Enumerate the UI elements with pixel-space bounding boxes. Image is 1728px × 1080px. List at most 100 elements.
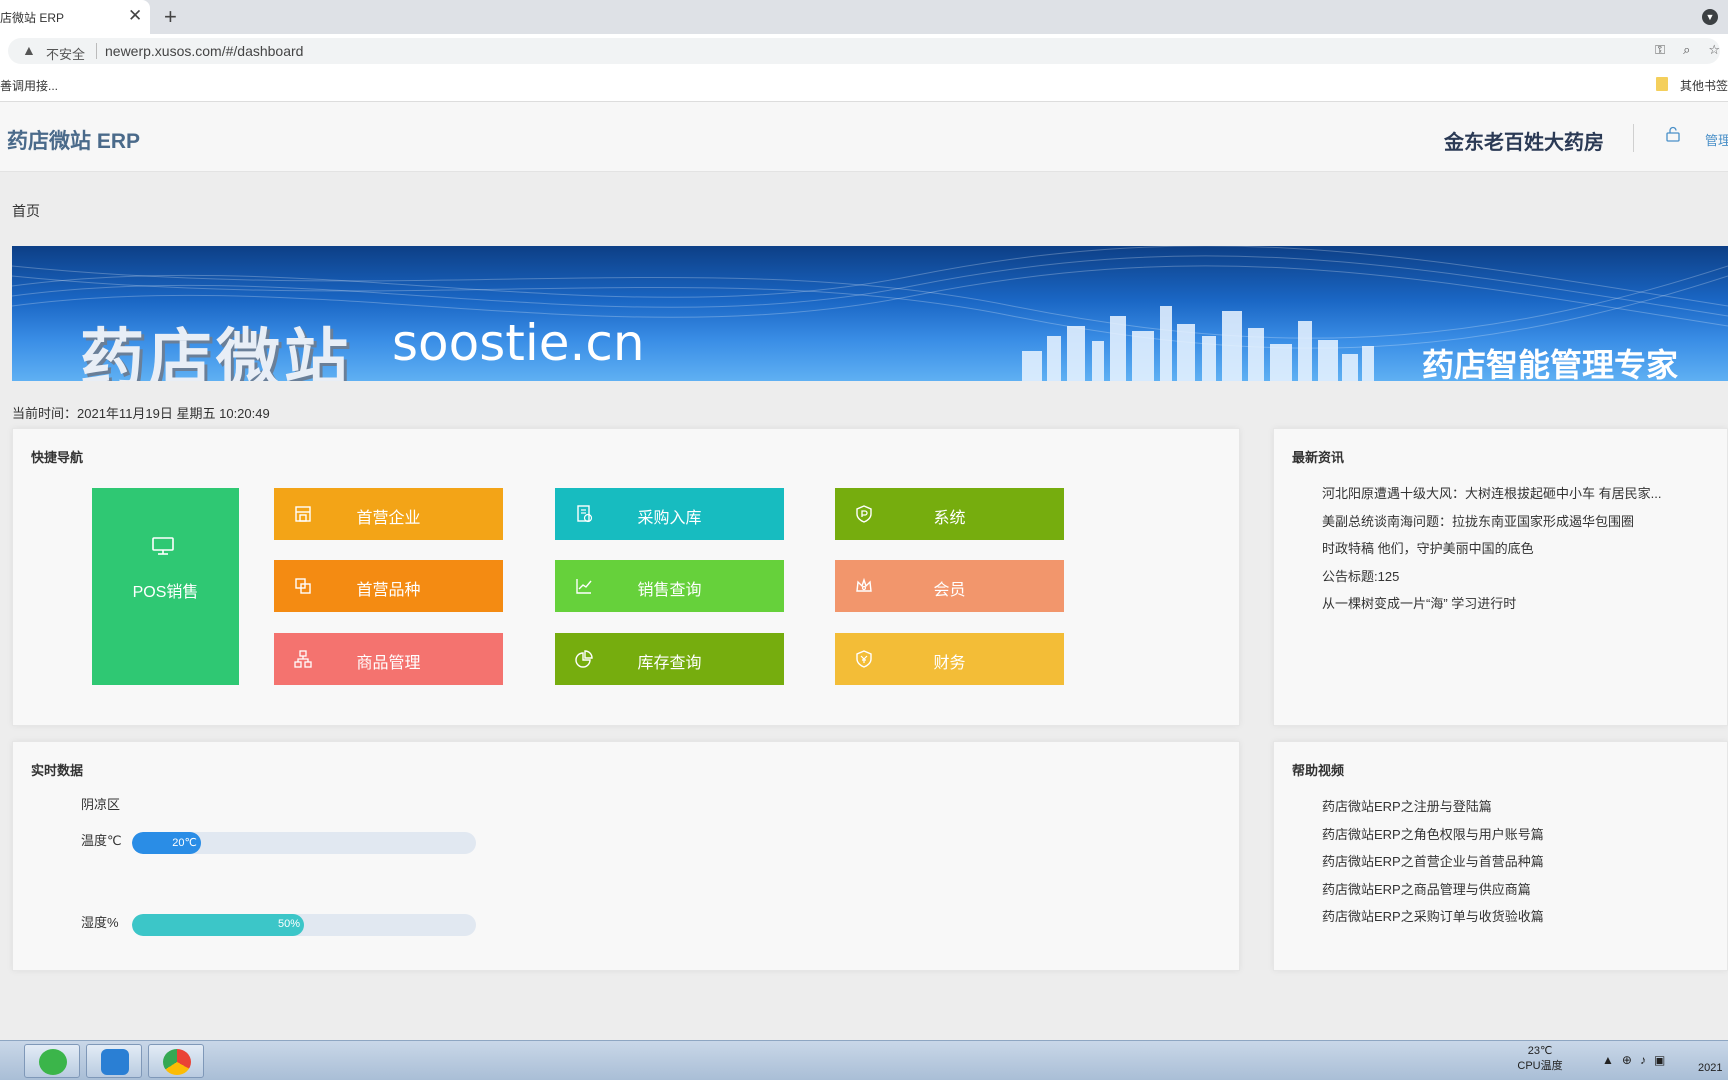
humidity-progress-fill: 50%	[132, 914, 304, 936]
url-text[interactable]: newerp.xusos.com/#/dashboard	[105, 43, 303, 59]
help-video-item[interactable]: 药店微站ERP之商品管理与供应商篇	[1322, 879, 1544, 907]
tab-title: 店微站 ERP	[0, 11, 65, 25]
cpu-temp-value: 23℃	[1527, 1045, 1553, 1057]
nav-tile-system[interactable]: 系统	[835, 488, 1064, 540]
help-video-item[interactable]: 药店微站ERP之首营企业与首营品种篇	[1322, 851, 1544, 879]
nav-tile-member[interactable]: 会员	[835, 560, 1064, 612]
temperature-label: 温度℃	[81, 833, 122, 848]
nav-tile-sales-query[interactable]: 销售查询	[555, 560, 784, 612]
banner-url: soostie.cn	[392, 314, 645, 372]
area-label: 阴凉区	[81, 797, 121, 812]
tile-label: 系统	[933, 510, 966, 527]
realtime-data-panel: 实时数据 阴凉区 温度℃ 20℃ 湿度% 50%	[12, 741, 1240, 971]
news-panel: 最新资讯 河北阳原遭遇十级大风：大树连根拔起砸中小车 有居民家... 美副总统谈…	[1273, 428, 1728, 726]
app-title[interactable]: 药店微站 ERP	[7, 125, 140, 155]
cpu-temp-label: CPU温度	[1517, 1060, 1563, 1072]
new-tab-icon[interactable]: +	[164, 4, 177, 30]
close-icon[interactable]: ✕	[128, 6, 142, 26]
pos-sales-label: POS销售	[132, 584, 199, 601]
current-time-value: 2021年11月19日 星期五 10:20:49	[77, 406, 270, 421]
warning-icon[interactable]: ▲	[22, 42, 36, 58]
temperature-value: 20℃	[172, 837, 197, 849]
divider	[1633, 124, 1634, 152]
star-icon[interactable]: ☆	[1708, 42, 1720, 57]
current-time-label: 当前时间：	[12, 406, 78, 421]
taskbar-app[interactable]	[86, 1044, 142, 1078]
bookmark-item[interactable]: 善调用接...	[0, 77, 58, 94]
app-header: 药店微站 ERP 金东老百姓大药房 管理	[0, 102, 1728, 172]
chevron-up-icon[interactable]: ▲	[1602, 1053, 1614, 1067]
divider	[96, 43, 97, 59]
humidity-value: 50%	[277, 918, 300, 930]
tile-label: 首营品种	[356, 582, 421, 599]
store-name: 金东老百姓大药房	[1444, 132, 1604, 154]
news-item[interactable]: 从一棵树变成一片“海” 学习进行时	[1322, 593, 1661, 621]
nav-tile-first-supplier[interactable]: 首营企业	[274, 488, 503, 540]
temperature-progress-fill: 20℃	[132, 832, 201, 854]
lock-icon[interactable]	[1666, 126, 1680, 142]
tile-label: 库存查询	[637, 655, 702, 672]
current-time: 当前时间：2021年11月19日 星期五 10:20:49	[12, 403, 270, 422]
nav-tile-product-management[interactable]: 商品管理	[274, 633, 503, 685]
zoom-icon[interactable]: ⌕	[1683, 42, 1690, 57]
clock[interactable]: 2021	[1698, 1062, 1722, 1074]
insecure-label[interactable]: 不安全	[46, 44, 85, 63]
nav-tile-purchase-inbound[interactable]: 采购入库	[555, 488, 784, 540]
banner-slogan: 药店智能管理专家	[1422, 346, 1679, 381]
tile-label: 商品管理	[356, 655, 421, 672]
browser-tab-bar: 店微站 ERP ✕ + ▼	[0, 0, 1728, 34]
help-video-item[interactable]: 药店微站ERP之采购订单与收货验收篇	[1322, 906, 1544, 934]
plus-icon[interactable]: ⊕	[1622, 1053, 1632, 1067]
help-videos-panel: 帮助视频 药店微站ERP之注册与登陆篇 药店微站ERP之角色权限与用户账号篇 药…	[1273, 741, 1728, 971]
panel-title: 实时数据	[31, 763, 84, 778]
monitor-icon	[152, 537, 174, 555]
wechat-icon	[39, 1049, 67, 1075]
tile-label: 销售查询	[637, 582, 702, 599]
news-item[interactable]: 美副总统谈南海问题：拉拢东南亚国家形成遏华包围圈	[1322, 511, 1661, 539]
admin-menu[interactable]: 管理	[1705, 130, 1728, 149]
address-bar: ▲ 不安全 newerp.xusos.com/#/dashboard ⚿ ⌕ ☆	[0, 34, 1728, 68]
tile-label: 会员	[933, 582, 966, 599]
banner-brand: 药店微站	[80, 323, 352, 381]
help-video-item[interactable]: 药店微站ERP之注册与登陆篇	[1322, 796, 1544, 824]
cpu-temp[interactable]: 23℃ CPU温度	[1510, 1044, 1570, 1074]
key-icon[interactable]: ⚿	[1655, 42, 1665, 57]
app-icon	[101, 1049, 129, 1075]
taskbar: 23℃ CPU温度 ▲ ⊕ ♪ ▣ 2021	[0, 1040, 1728, 1080]
breadcrumb[interactable]: 首页	[12, 201, 40, 221]
tile-label: 首营企业	[356, 510, 421, 527]
chrome-icon	[163, 1049, 191, 1075]
news-item[interactable]: 公告标题:125	[1322, 566, 1661, 594]
browser-tab[interactable]: 店微站 ERP ✕	[0, 0, 150, 34]
news-item[interactable]: 时政特稿 他们，守护美丽中国的底色	[1322, 538, 1661, 566]
volume-icon[interactable]: ♪	[1640, 1053, 1646, 1067]
nav-tile-first-variety[interactable]: 首营品种	[274, 560, 503, 612]
quick-nav-panel: 快捷导航 POS销售 首营企业 采购入库 系统 首营品种 销售查询 会员 商品管…	[12, 428, 1240, 726]
humidity-progress: 50%	[132, 914, 476, 936]
panel-title: 帮助视频	[1292, 763, 1345, 778]
panel-title: 快捷导航	[31, 450, 84, 465]
news-item[interactable]: 河北阳原遭遇十级大风：大树连根拔起砸中小车 有居民家...	[1322, 483, 1661, 511]
pos-sales-tile[interactable]: POS销售	[92, 488, 239, 685]
humidity-label: 湿度%	[81, 915, 119, 930]
help-video-item[interactable]: 药店微站ERP之角色权限与用户账号篇	[1322, 824, 1544, 852]
bookmark-bar: 善调用接... 其他书签	[0, 68, 1728, 102]
news-list: 河北阳原遭遇十级大风：大树连根拔起砸中小车 有居民家... 美副总统谈南海问题：…	[1322, 483, 1661, 621]
tray-icons: ▲ ⊕ ♪ ▣	[1602, 1053, 1673, 1067]
omnibox-actions: ⚿ ⌕ ☆	[1637, 42, 1720, 58]
omnibox[interactable]: ▲ 不安全 newerp.xusos.com/#/dashboard ⚿ ⌕ ☆	[8, 38, 1720, 64]
tile-label: 财务	[933, 655, 966, 672]
other-bookmarks[interactable]: 其他书签	[1680, 77, 1728, 94]
banner: 药店微站 soostie.cn 药店智能管理专家	[12, 246, 1728, 381]
help-video-list: 药店微站ERP之注册与登陆篇 药店微站ERP之角色权限与用户账号篇 药店微站ER…	[1322, 796, 1544, 934]
taskbar-chrome[interactable]	[148, 1044, 204, 1078]
taskbar-wechat[interactable]	[24, 1044, 80, 1078]
panel-title: 最新资讯	[1292, 450, 1345, 465]
temperature-progress: 20℃	[132, 832, 476, 854]
nav-tile-finance[interactable]: 财务	[835, 633, 1064, 685]
tab-search-icon[interactable]: ▼	[1702, 9, 1718, 25]
folder-icon[interactable]	[1656, 77, 1668, 91]
network-icon[interactable]: ▣	[1654, 1053, 1665, 1067]
tile-label: 采购入库	[637, 510, 702, 527]
nav-tile-inventory-query[interactable]: 库存查询	[555, 633, 784, 685]
